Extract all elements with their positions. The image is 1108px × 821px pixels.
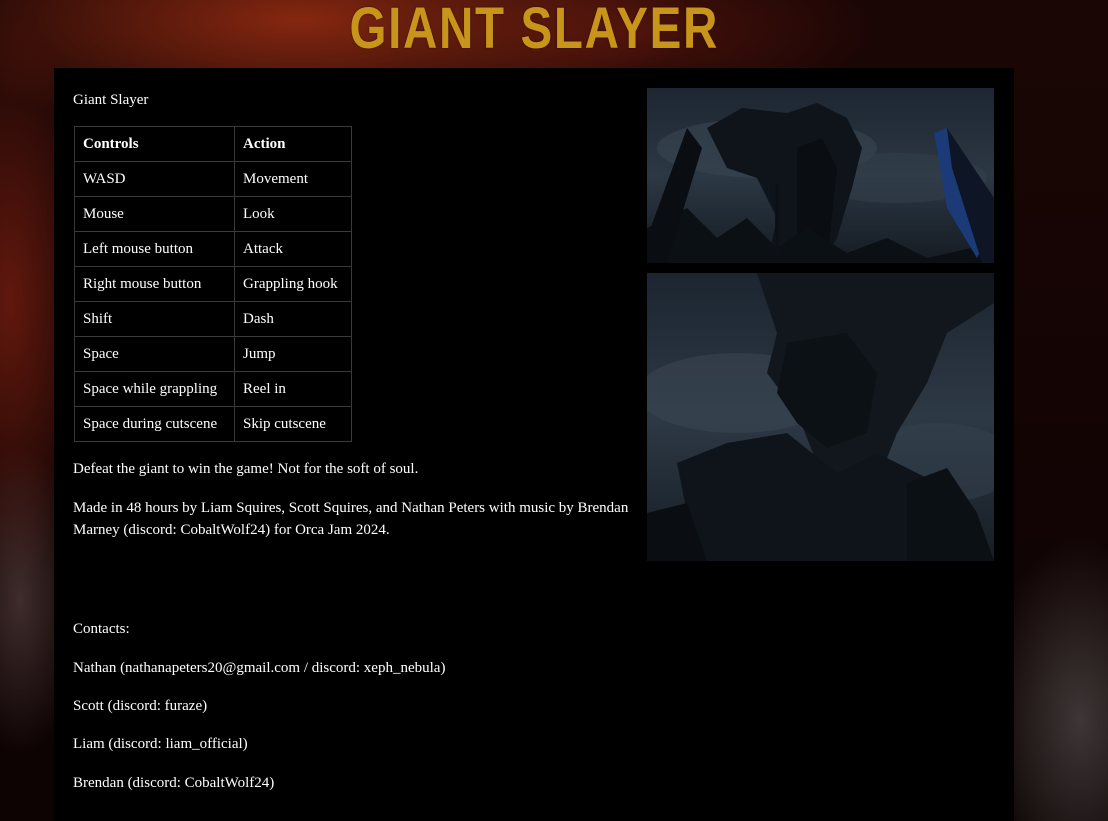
control-cell: Shift [74, 301, 235, 337]
game-logo: GIANT SLAYER [349, 0, 719, 61]
contact-nathan: Nathan (nathanapeters20@gmail.com / disc… [73, 660, 446, 676]
control-cell: Space [74, 336, 235, 372]
control-cell: Space during cutscene [74, 406, 235, 442]
control-cell: Space while grappling [74, 371, 235, 407]
header-banner: GIANT SLAYER [54, 0, 1014, 68]
action-cell: Grappling hook [234, 266, 352, 302]
action-cell: Dash [234, 301, 352, 337]
action-cell: Jump [234, 336, 352, 372]
contact-brendan: Brendan (discord: CobaltWolf24) [73, 775, 275, 791]
table-header-row: Controls Action [74, 126, 352, 162]
control-cell: Right mouse button [74, 266, 235, 302]
table-row: Mouse Look [74, 196, 352, 232]
screenshot-image[interactable] [647, 273, 994, 561]
action-cell: Reel in [234, 371, 352, 407]
table-row: Space during cutscene Skip cutscene [74, 406, 352, 442]
table-row: Left mouse button Attack [74, 231, 352, 267]
control-cell: Left mouse button [74, 231, 235, 267]
contacts-heading: Contacts: [73, 621, 130, 637]
column-header-action: Action [234, 126, 352, 162]
table-row: WASD Movement [74, 161, 352, 197]
action-cell: Movement [234, 161, 352, 197]
control-cell: WASD [74, 161, 235, 197]
table-row: Shift Dash [74, 301, 352, 337]
action-cell: Attack [234, 231, 352, 267]
control-cell: Mouse [74, 196, 235, 232]
controls-table: Controls Action WASD Movement Mouse Look… [74, 126, 352, 442]
game-page-content: Giant Slayer Controls Action WASD Moveme… [54, 68, 1014, 821]
table-row: Space Jump [74, 336, 352, 372]
game-description: Defeat the giant to win the game! Not fo… [73, 461, 419, 477]
table-row: Space while grappling Reel in [74, 371, 352, 407]
action-cell: Look [234, 196, 352, 232]
contact-scott: Scott (discord: furaze) [73, 698, 208, 714]
table-row: Right mouse button Grappling hook [74, 266, 352, 302]
column-header-controls: Controls [74, 126, 235, 162]
page-title: Giant Slayer [73, 92, 149, 108]
action-cell: Skip cutscene [234, 406, 352, 442]
screenshot-image[interactable] [647, 88, 994, 263]
contact-liam: Liam (discord: liam_official) [73, 736, 248, 752]
credits-text: Made in 48 hours by Liam Squires, Scott … [73, 500, 629, 538]
